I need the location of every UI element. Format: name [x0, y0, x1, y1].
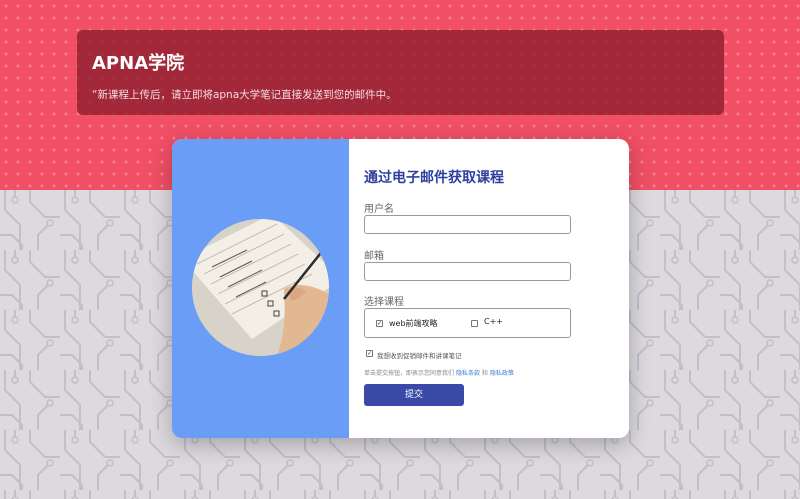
course-web-checkbox[interactable]: ✓ — [376, 320, 383, 327]
email-label: 邮箱 — [364, 251, 384, 262]
site-title: APNA学院 — [92, 53, 185, 74]
course-label: 选择课程 — [364, 297, 404, 308]
form-title: 通过电子邮件获取课程 — [364, 170, 504, 186]
agree-checkbox[interactable]: ✓ — [366, 350, 373, 357]
username-input[interactable] — [364, 215, 571, 234]
email-input[interactable] — [364, 262, 571, 281]
form-panel: 通过电子邮件获取课程 用户名 邮箱 选择课程 ✓ web前端攻略 C++ ✓ 我… — [349, 139, 629, 438]
notebook-writing-photo — [192, 219, 329, 356]
agree-label: 我想收到促销邮件和讲课笔记 — [377, 352, 462, 360]
signup-card: 通过电子邮件获取课程 用户名 邮箱 选择课程 ✓ web前端攻略 C++ ✓ 我… — [172, 139, 629, 438]
course-web-label: web前端攻略 — [389, 319, 438, 328]
terms-link[interactable]: 隐私条款 — [456, 370, 480, 377]
privacy-link[interactable]: 隐私政策 — [490, 370, 514, 377]
username-label: 用户名 — [364, 204, 394, 215]
course-options-box: ✓ web前端攻略 C++ — [364, 308, 571, 338]
course-cpp-checkbox[interactable] — [471, 320, 478, 327]
terms-note: 单击提交按钮，即表示您同意我们 隐私条款 和 隐私政策 — [364, 368, 514, 377]
terms-note-and: 和 — [481, 370, 488, 377]
submit-button[interactable]: 提交 — [364, 384, 464, 406]
site-subtitle: “新课程上传后，请立即将apna大学笔记直接发送到您的邮件中。 — [92, 89, 397, 101]
header-banner: APNA学院 “新课程上传后，请立即将apna大学笔记直接发送到您的邮件中。 — [77, 30, 724, 115]
check-icon: ✓ — [367, 350, 373, 357]
card-image-panel — [172, 139, 349, 438]
terms-note-text: 单击提交按钮，即表示您同意我们 — [364, 370, 455, 377]
course-cpp-label: C++ — [484, 317, 503, 326]
check-icon: ✓ — [377, 320, 383, 327]
